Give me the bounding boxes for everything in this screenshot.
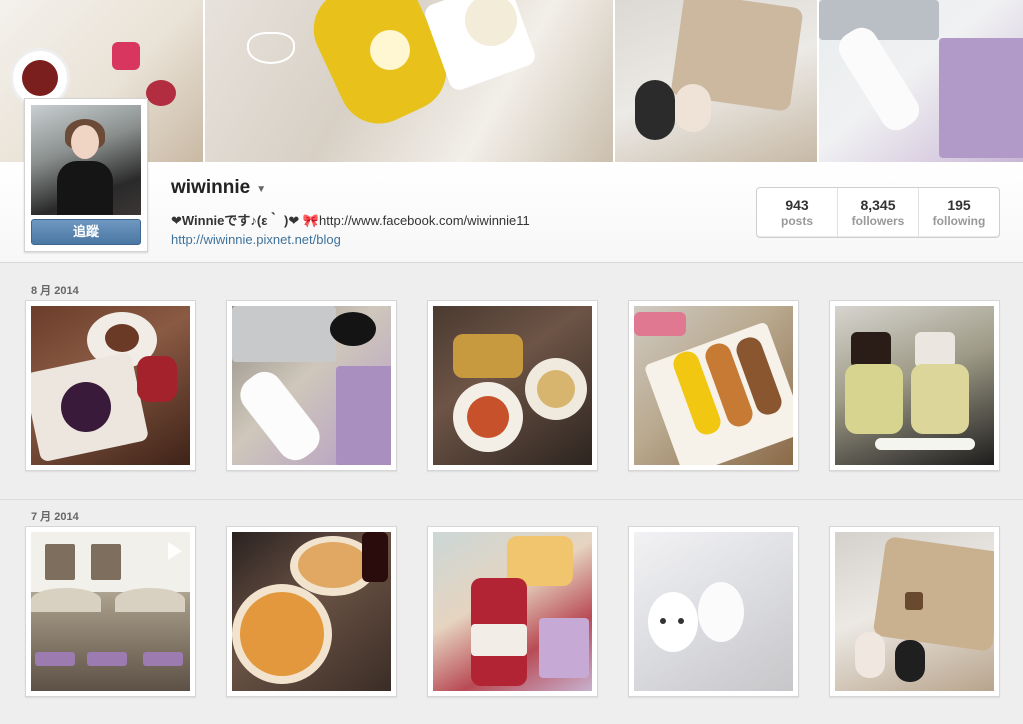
stat-followers[interactable]: 8,345 followers xyxy=(838,188,919,237)
username[interactable]: wiwinnie xyxy=(171,177,250,199)
photo-thumbnail xyxy=(634,532,793,691)
profile-stats: 943 posts 8,345 followers 195 following xyxy=(756,187,1000,238)
photo-tile[interactable] xyxy=(829,526,1000,697)
month-heading: 8 月 2014 xyxy=(31,285,79,297)
photo-tile[interactable] xyxy=(628,300,799,471)
photo-tile[interactable] xyxy=(226,526,397,697)
photo-grid xyxy=(25,526,1000,697)
photo-tile[interactable] xyxy=(829,300,1000,471)
photo-thumbnail xyxy=(31,306,190,465)
photo-tile[interactable] xyxy=(427,526,598,697)
photo-grid xyxy=(25,300,1000,471)
video-icon xyxy=(168,542,182,560)
photo-thumbnail xyxy=(835,306,994,465)
profile-bio: ❤Winnieです♪(ε｀ )❤ 🎀http://www.facebook.co… xyxy=(171,210,530,229)
stat-value: 943 xyxy=(785,197,809,213)
follow-button[interactable]: 追蹤 xyxy=(31,219,141,245)
photo-thumbnail xyxy=(433,306,592,465)
photo-tile[interactable] xyxy=(25,526,196,697)
photo-thumbnail xyxy=(634,306,793,465)
month-section: 8 月 2014 xyxy=(0,264,1023,498)
avatar[interactable] xyxy=(31,105,141,215)
stat-label: following xyxy=(932,214,986,228)
stat-label: followers xyxy=(851,214,905,228)
username-row: wiwinnie ▼ xyxy=(171,177,266,199)
cover-photo xyxy=(615,0,817,162)
bio-facebook-url: http://www.facebook.com/wiwinnie11 xyxy=(319,213,530,228)
photo-thumbnail xyxy=(433,532,592,691)
stat-label: posts xyxy=(780,214,813,228)
website-link[interactable]: http://wiwinnie.pixnet.net/blog xyxy=(171,232,341,247)
stat-value: 195 xyxy=(947,197,971,213)
ribbon-icon: 🎀 xyxy=(302,213,320,228)
stat-following[interactable]: 195 following xyxy=(919,188,999,237)
month-section: 7 月 2014 xyxy=(0,499,1023,724)
photo-thumbnail xyxy=(31,532,190,691)
photo-thumbnail xyxy=(232,306,391,465)
cover-photo xyxy=(205,0,613,162)
chevron-down-icon[interactable]: ▼ xyxy=(256,184,266,195)
photo-tile[interactable] xyxy=(427,300,598,471)
cover-photo-strip xyxy=(0,0,1023,162)
photo-tile[interactable] xyxy=(628,526,799,697)
photo-thumbnail xyxy=(835,532,994,691)
bio-text: ❤Winnieです♪(ε｀ )❤ xyxy=(171,213,300,228)
stat-posts[interactable]: 943 posts xyxy=(757,188,838,237)
stat-value: 8,345 xyxy=(860,197,896,213)
month-heading: 7 月 2014 xyxy=(31,511,79,523)
avatar-card: 追蹤 xyxy=(24,98,148,252)
cover-photo xyxy=(819,0,1023,162)
photo-thumbnail xyxy=(232,532,391,691)
photo-tile[interactable] xyxy=(25,300,196,471)
photo-tile[interactable] xyxy=(226,300,397,471)
